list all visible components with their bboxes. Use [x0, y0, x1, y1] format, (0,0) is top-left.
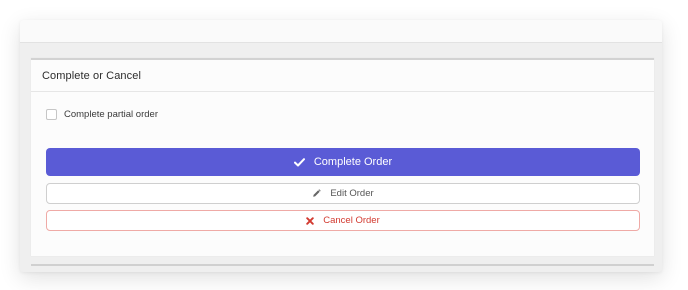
order-card: Complete or Cancel Complete partial orde…	[20, 20, 662, 272]
pencil-icon	[312, 189, 322, 198]
next-section-divider	[31, 264, 654, 266]
x-icon	[306, 216, 314, 225]
panel-title: Complete or Cancel	[42, 69, 142, 82]
complete-order-label: Complete Order	[313, 156, 393, 168]
complete-partial-order-option[interactable]: Complete partial order	[46, 109, 158, 120]
cancel-order-label: Cancel Order	[323, 215, 380, 226]
edit-order-button[interactable]: Edit Order	[46, 183, 640, 204]
complete-order-button[interactable]: Complete Order	[46, 148, 640, 176]
complete-partial-order-checkbox[interactable]	[46, 109, 57, 120]
checkmark-icon	[293, 157, 305, 167]
card-top-bar	[20, 20, 662, 43]
panel-body: Complete partial order Complete Order Ed…	[31, 92, 654, 254]
page: Complete or Cancel Complete partial orde…	[0, 0, 688, 290]
cancel-order-button[interactable]: Cancel Order	[46, 210, 640, 231]
panel-header: Complete or Cancel	[31, 60, 654, 92]
edit-order-label: Edit Order	[330, 188, 374, 199]
complete-or-cancel-panel: Complete or Cancel Complete partial orde…	[31, 58, 654, 256]
complete-partial-order-label: Complete partial order	[64, 109, 158, 120]
